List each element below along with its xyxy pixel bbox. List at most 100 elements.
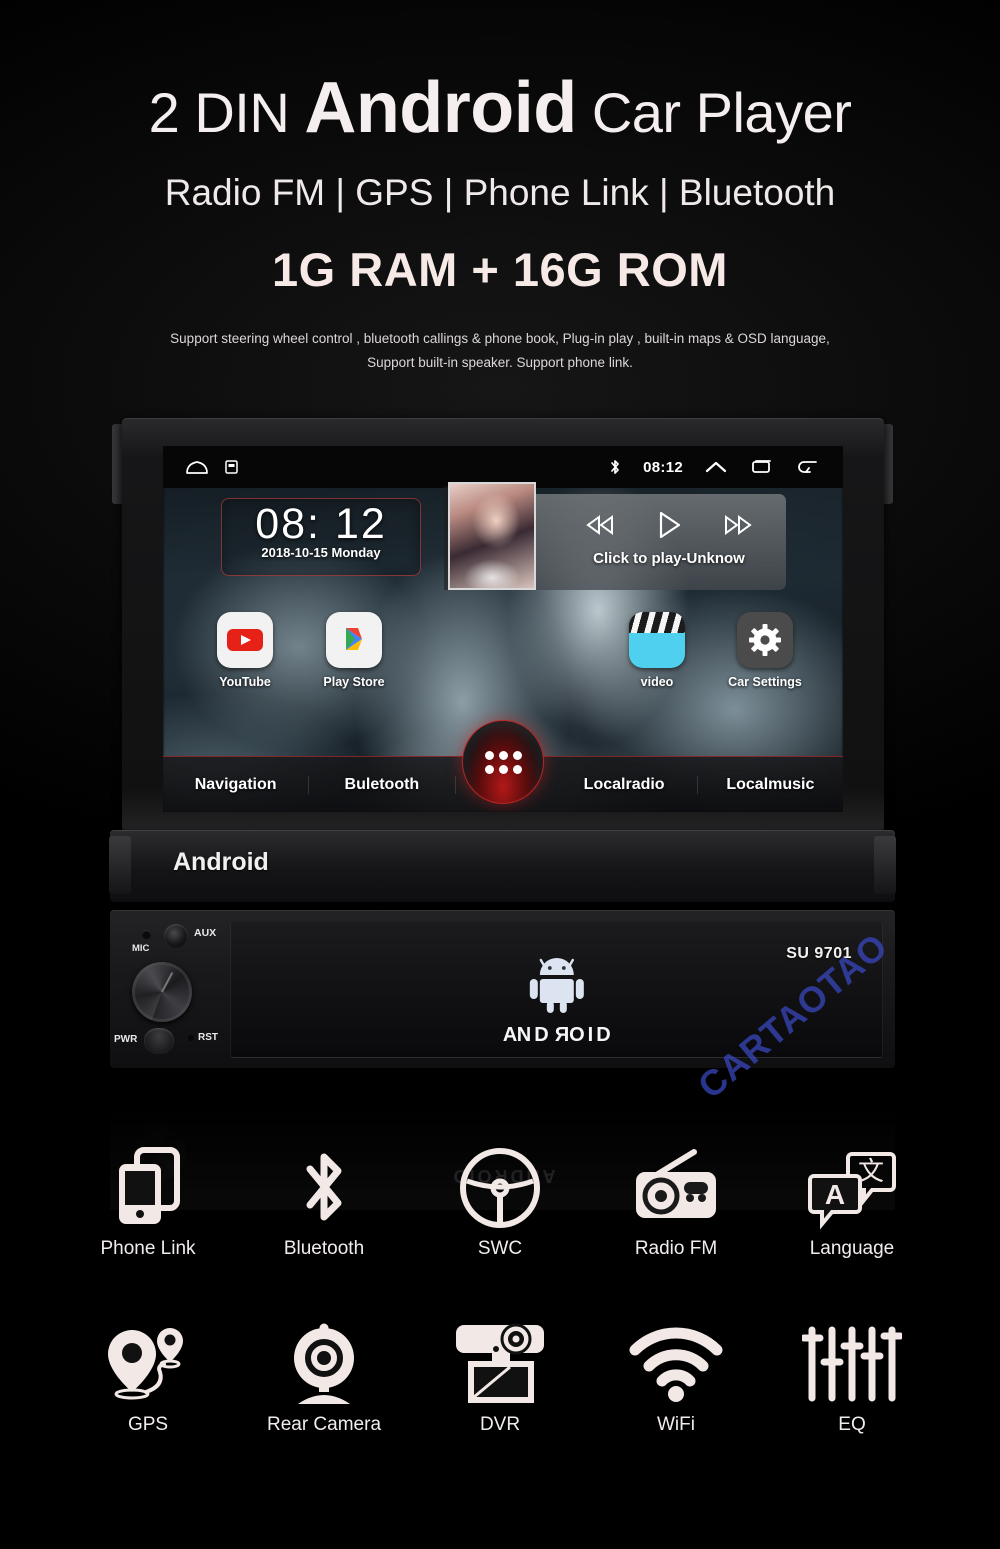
product-advertisement-page: 2 DIN Android Car Player Radio FM | GPS … [0,0,1000,1549]
feature-label: Phone Link [100,1238,196,1259]
feature-radio-fm[interactable]: Radio FM [588,1140,764,1260]
lcd-display: 08:12 08: 12 2018-10-15 Monday Click to … [163,446,843,812]
dock-item-bluetooth[interactable]: Buletooth [309,775,456,794]
gear-icon [737,612,793,668]
model-number: SU 9701 [786,945,852,962]
feature-label: Radio FM [634,1238,718,1259]
clock-widget-date: 2018-10-15 Monday [261,545,381,560]
play-store-icon [326,612,382,668]
feature-label: Language [809,1238,895,1259]
drawer-dots [484,750,522,774]
feature-row-1: Phone Link Bluetooth SWC Radio FM 文 A La… [60,1140,940,1260]
car-stereo-device: 08:12 08: 12 2018-10-15 Monday Click to … [109,418,896,1068]
feature-label: WiFi [657,1414,695,1435]
feature-bluetooth[interactable]: Bluetooth [236,1140,412,1260]
play-icon[interactable] [655,510,683,540]
feature-dvr[interactable]: DVR [412,1316,588,1436]
feature-label: DVR [479,1414,521,1435]
feature-rear-camera[interactable]: Rear Camera [236,1316,412,1436]
app-icon-row: YouTube Play Store video Car Settings [163,612,843,708]
power-button[interactable] [144,1028,174,1054]
dock-item-navigation[interactable]: Navigation [163,775,310,794]
dock-item-localradio[interactable]: Localradio [552,775,698,794]
svg-text:A: A [825,1179,845,1210]
webcam-icon [236,1316,412,1412]
memory-spec: 1G RAM + 16G ROM [272,243,728,296]
feature-eq[interactable]: EQ [764,1316,940,1436]
feature-phone-link[interactable]: Phone Link [60,1140,236,1260]
reset-pinhole-icon[interactable] [188,1035,194,1041]
app-drawer-icon[interactable] [462,720,544,804]
feature-wifi[interactable]: WiFi [588,1316,764,1436]
clapper-stripes [629,612,685,634]
aux-jack-icon[interactable] [164,924,188,948]
faceplate-main: MIC AUX PWR RST SU 9701 ANDROID [110,910,895,1068]
media-status-label: Click to play-Unknow [593,550,745,567]
map-pin-icon [60,1316,236,1412]
feature-label: SWC [477,1238,523,1259]
title-main: Android [304,68,577,148]
app-label: Car Settings [728,675,802,689]
dashcam-icon [412,1316,588,1412]
feature-label: Rear Camera [266,1414,382,1435]
description: Support steering wheel control , bluetoo… [0,327,1000,375]
app-video[interactable]: video [611,612,703,689]
description-line-2: Support built-in speaker. Support phone … [367,355,633,370]
status-bar-clock: 08:12 [643,458,683,476]
feature-swc[interactable]: SWC [412,1140,588,1260]
phone-link-icon [60,1140,236,1236]
feature-label: GPS [127,1414,169,1435]
app-label: YouTube [219,675,271,689]
mount-ear-right [874,836,896,894]
android-wordmark: ANDROID [499,1024,614,1046]
steering-wheel-icon [412,1140,588,1236]
equalizer-icon [764,1316,940,1412]
feature-label: Bluetooth [283,1238,365,1259]
title-suffix: Car Player [576,81,852,144]
feature-gps[interactable]: GPS [60,1316,236,1436]
app-play-store[interactable]: Play Store [308,612,400,689]
subtitle: Radio FM | GPS | Phone Link | Bluetooth [164,172,836,213]
feature-language[interactable]: 文 A Language [764,1140,940,1260]
android-logo: ANDROID [499,951,613,1047]
recent-apps-icon[interactable] [749,459,773,475]
feature-label: EQ [838,1414,866,1435]
clock-widget-time: 08: 12 [255,500,387,548]
media-player-widget[interactable]: Click to play-Unknow [448,482,786,590]
youtube-icon [217,612,273,668]
mic-label: MIC [132,943,150,954]
sd-card-icon[interactable] [225,460,238,474]
brand-label: Android [173,848,269,876]
app-label: video [640,675,674,689]
app-car-settings[interactable]: Car Settings [719,612,811,689]
title-prefix: 2 DIN [148,81,305,144]
home-icon[interactable] [185,460,209,474]
control-cluster: MIC AUX PWR RST [110,910,230,1068]
app-youtube[interactable]: YouTube [199,612,291,689]
bluetooth-icon [609,458,621,476]
microphone-icon [142,930,151,939]
fast-forward-icon[interactable] [720,513,754,537]
wifi-icon [588,1316,764,1412]
app-label: Play Store [323,675,385,689]
disc-slot-panel: SU 9701 ANDROID [230,922,883,1058]
clock-widget[interactable]: 08: 12 2018-10-15 Monday [221,498,421,576]
android-robot-icon [529,958,584,1013]
radio-icon [588,1140,764,1236]
chevron-up-icon[interactable] [705,460,727,474]
bluetooth-icon [236,1140,412,1236]
rewind-icon[interactable] [584,513,618,537]
power-label: PWR [114,1034,138,1045]
mount-ear-left [109,836,131,894]
media-controls: Click to play-Unknow [552,494,786,590]
description-line-1: Support steering wheel control , bluetoo… [170,331,830,346]
back-arrow-icon[interactable] [795,459,819,475]
video-clapper-icon [629,612,685,668]
aux-label: AUX [194,927,217,939]
reset-label: RST [198,1032,218,1043]
dock-item-localmusic[interactable]: Localmusic [698,776,843,794]
feature-icon-grid: Phone Link Bluetooth SWC Radio FM 文 A La… [60,1140,940,1436]
faceplate-top: Android [109,830,896,902]
volume-knob[interactable] [132,962,192,1022]
page-title: 2 DIN Android Car Player [0,72,1000,144]
